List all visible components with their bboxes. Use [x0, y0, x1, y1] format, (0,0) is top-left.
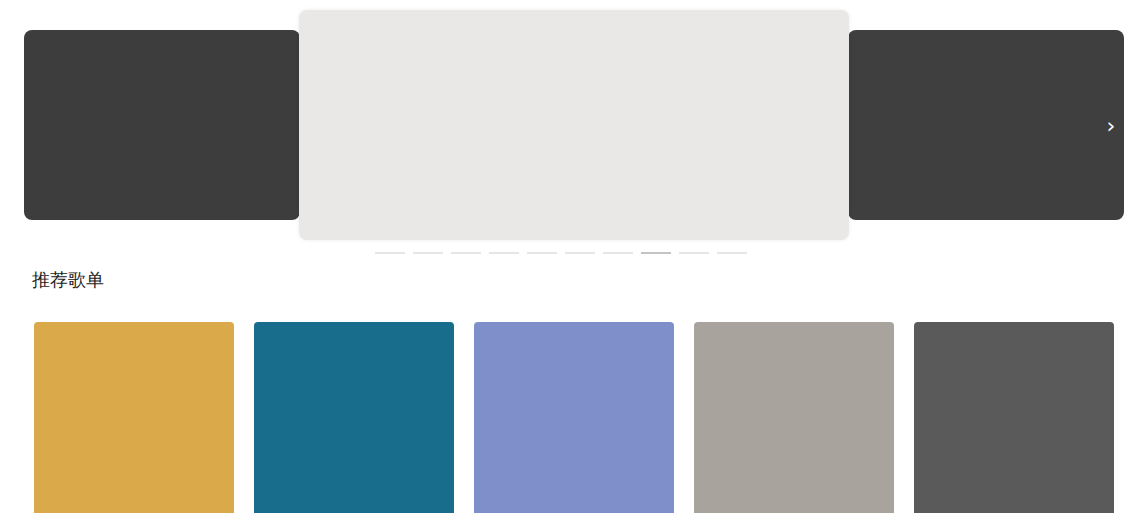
carousel-dot[interactable]: [413, 252, 443, 254]
home-page: › 推荐歌单: [0, 0, 1147, 513]
banner[interactable]: [24, 30, 300, 220]
playlist-cover[interactable]: [914, 322, 1114, 513]
carousel-dot[interactable]: [489, 252, 519, 254]
carousel-dot[interactable]: [375, 252, 405, 254]
playlist-cover[interactable]: [34, 322, 234, 513]
playlist-grid: [24, 292, 1124, 513]
playlist-cover[interactable]: [254, 322, 454, 513]
playlist-cover[interactable]: [474, 322, 674, 513]
carousel-dot[interactable]: [527, 252, 557, 254]
section-title: 推荐歌单: [24, 255, 1124, 292]
playlist-cover[interactable]: [694, 322, 894, 513]
carousel-dot[interactable]: [717, 252, 747, 254]
carousel-dot[interactable]: [565, 252, 595, 254]
carousel-dot[interactable]: [679, 252, 709, 254]
banner[interactable]: [299, 10, 849, 240]
carousel-dot[interactable]: [641, 252, 671, 254]
banner-carousel: ›: [24, 10, 1124, 240]
carousel-dot[interactable]: [603, 252, 633, 254]
banner[interactable]: [848, 30, 1124, 220]
carousel-dots: [24, 251, 1124, 255]
carousel-dot[interactable]: [451, 252, 481, 254]
next-arrow[interactable]: ›: [1098, 30, 1124, 220]
